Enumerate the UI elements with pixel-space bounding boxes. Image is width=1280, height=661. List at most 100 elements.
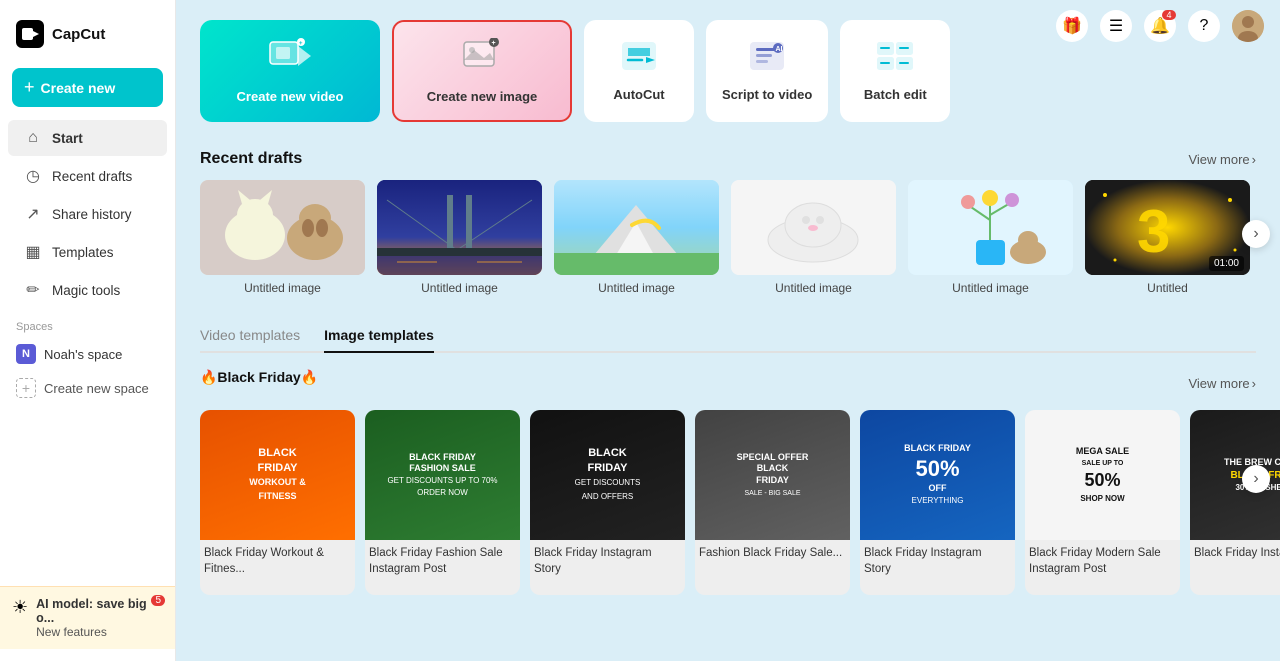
recent-drafts-header: Recent drafts View more › <box>200 150 1256 168</box>
recent-drafts-title: Recent drafts <box>200 150 302 168</box>
template-card-bf4[interactable]: SPECIAL OFFERBLACKFRIDAYSALE - BIG SALE … <box>695 410 850 595</box>
template-thumb-bf3: BLACKFRIDAYGET DISCOUNTSAND OFFERS <box>530 410 685 540</box>
template-card-bf1[interactable]: BLACKFRIDAYWORKOUT &FITNESS Black Friday… <box>200 410 355 595</box>
create-image-label: Create new image <box>427 89 538 104</box>
create-new-video-card[interactable]: + Create new video <box>200 20 380 122</box>
sidebar-item-share-history-label: Share history <box>52 207 132 222</box>
svg-text:+: + <box>492 40 496 47</box>
batch-edit-card[interactable]: Batch edit <box>840 20 950 122</box>
template-label-bf6: Black Friday Modern Sale Instagram Post <box>1025 540 1180 579</box>
notification-icon[interactable]: 🔔 4 <box>1144 10 1176 42</box>
autocut-icon <box>620 40 658 79</box>
draft-label-6: Untitled <box>1147 281 1188 295</box>
svg-text:+: + <box>299 41 303 47</box>
draft-item-1[interactable]: Untitled image <box>200 180 365 295</box>
script-to-video-card[interactable]: AI Script to video <box>706 20 828 122</box>
draft-item-6[interactable]: 3 01:00 Untitled <box>1085 180 1250 295</box>
draft-duration: 01:00 <box>1209 256 1244 271</box>
batch-icon <box>875 40 915 79</box>
template-label-bf4: Fashion Black Friday Sale... <box>695 540 850 564</box>
template-thumb-bf1: BLACKFRIDAYWORKOUT &FITNESS <box>200 410 355 540</box>
draft-thumb-6: 3 01:00 <box>1085 180 1250 275</box>
ai-bar-title: AI model: save big o... <box>36 597 163 625</box>
sidebar-item-templates[interactable]: ▦ Templates <box>8 234 167 270</box>
create-video-label: Create new video <box>237 89 344 104</box>
draft-label-5: Untitled image <box>952 281 1029 295</box>
ai-bar-icon: ☀ <box>12 597 28 618</box>
recent-drafts-view-more[interactable]: View more › <box>1188 152 1256 167</box>
sidebar-item-recent-drafts-label: Recent drafts <box>52 169 132 184</box>
template-label-bf3: Black Friday Instagram Story <box>530 540 685 579</box>
svg-text:AI: AI <box>776 46 783 53</box>
draft-item-5[interactable]: Untitled image <box>908 180 1073 295</box>
chevron-right-icon: › <box>1252 152 1256 167</box>
create-space-button[interactable]: + Create new space <box>0 371 175 405</box>
templates-section: Video templates Image templates 🔥Black F… <box>200 319 1256 595</box>
sidebar-item-start-label: Start <box>52 131 83 146</box>
noahs-space-label: Noah's space <box>44 347 122 362</box>
template-card-bf5[interactable]: BLACK FRIDAY50%OFFEVERYTHING Black Frida… <box>860 410 1015 595</box>
autocut-label: AutoCut <box>613 87 664 102</box>
svg-text:3: 3 <box>1137 198 1170 265</box>
template-thumb-bf4: SPECIAL OFFERBLACKFRIDAYSALE - BIG SALE <box>695 410 850 540</box>
templates-scroll-right[interactable]: › <box>1242 465 1270 493</box>
sidebar-item-magic-tools-label: Magic tools <box>52 283 120 298</box>
draft-thumb-4 <box>731 180 896 275</box>
script-to-video-label: Script to video <box>722 87 812 102</box>
draft-item-3[interactable]: Untitled image <box>554 180 719 295</box>
notification-badge: 4 <box>1162 10 1176 20</box>
draft-label-1: Untitled image <box>244 281 321 295</box>
user-avatar[interactable] <box>1232 10 1264 42</box>
chevron-right-icon-2: › <box>1252 376 1256 391</box>
template-thumb-bf6: MEGA SALESALE UP TO50%SHOP NOW <box>1025 410 1180 540</box>
draft-thumb-5 <box>908 180 1073 275</box>
noahs-space-item[interactable]: N Noah's space <box>0 337 175 371</box>
sidebar-item-share-history[interactable]: ↗ Share history <box>8 196 167 232</box>
tab-image-templates[interactable]: Image templates <box>324 319 434 353</box>
sidebar-item-recent-drafts[interactable]: ◷ Recent drafts <box>8 158 167 194</box>
ai-bar[interactable]: ☀ AI model: save big o... New features 5 <box>0 586 175 649</box>
sidebar-item-start[interactable]: ⌂ Start <box>8 120 167 156</box>
sidebar-item-templates-label: Templates <box>52 245 114 260</box>
template-label-bf5: Black Friday Instagram Story <box>860 540 1015 579</box>
templates-view-more[interactable]: View more › <box>1188 376 1256 391</box>
main-content: + Create new video + Create new image <box>176 0 1280 661</box>
magic-icon: ✏ <box>24 281 42 299</box>
create-new-image-card[interactable]: + Create new image <box>392 20 572 122</box>
draft-label-2: Untitled image <box>421 281 498 295</box>
template-card-bf6[interactable]: MEGA SALESALE UP TO50%SHOP NOW Black Fri… <box>1025 410 1180 595</box>
script-icon: AI <box>748 40 786 79</box>
autocut-card[interactable]: AutoCut <box>584 20 694 122</box>
help-icon[interactable]: ? <box>1188 10 1220 42</box>
ai-bar-subtitle: New features <box>36 625 163 639</box>
template-card-bf7[interactable]: The Brew CoffeeBlack Friday30% CASHBACK … <box>1190 410 1280 595</box>
sidebar-item-magic-tools[interactable]: ✏ Magic tools <box>8 272 167 308</box>
create-new-button[interactable]: + Create new <box>12 68 163 107</box>
logo: CapCut <box>0 12 175 64</box>
draft-item-4[interactable]: Untitled image <box>731 180 896 295</box>
template-card-bf3[interactable]: BLACKFRIDAYGET DISCOUNTSAND OFFERS Black… <box>530 410 685 595</box>
template-label-bf1: Black Friday Workout & Fitnes... <box>200 540 355 579</box>
templates-tabs: Video templates Image templates <box>200 319 1256 353</box>
templates-icon: ▦ <box>24 243 42 261</box>
draft-label-4: Untitled image <box>775 281 852 295</box>
draft-thumb-1 <box>200 180 365 275</box>
draft-label-3: Untitled image <box>598 281 675 295</box>
template-thumb-bf2: BLACK FRIDAYFASHION SALEGET DISCOUNTS UP… <box>365 410 520 540</box>
template-label-bf2: Black Friday Fashion Sale Instagram Post <box>365 540 520 579</box>
share-icon: ↗ <box>24 205 42 223</box>
draft-thumb-3 <box>554 180 719 275</box>
create-space-icon: + <box>16 378 36 398</box>
spaces-label: Spaces <box>0 309 175 337</box>
ai-badge: 5 <box>151 595 165 606</box>
tab-video-templates[interactable]: Video templates <box>200 319 300 353</box>
draft-item-2[interactable]: Untitled image <box>377 180 542 295</box>
template-card-bf2[interactable]: BLACK FRIDAYFASHION SALEGET DISCOUNTS UP… <box>365 410 520 595</box>
menu-icon[interactable]: ☰ <box>1100 10 1132 42</box>
image-card-icon: + <box>462 38 502 81</box>
sidebar: CapCut + Create new ⌂ Start ◷ Recent dra… <box>0 0 176 661</box>
noahs-space-avatar: N <box>16 344 36 364</box>
drafts-scroll-right[interactable]: › <box>1242 220 1270 248</box>
templates-category: 🔥Black Friday🔥 <box>200 369 318 386</box>
gift-icon[interactable]: 🎁 <box>1056 10 1088 42</box>
